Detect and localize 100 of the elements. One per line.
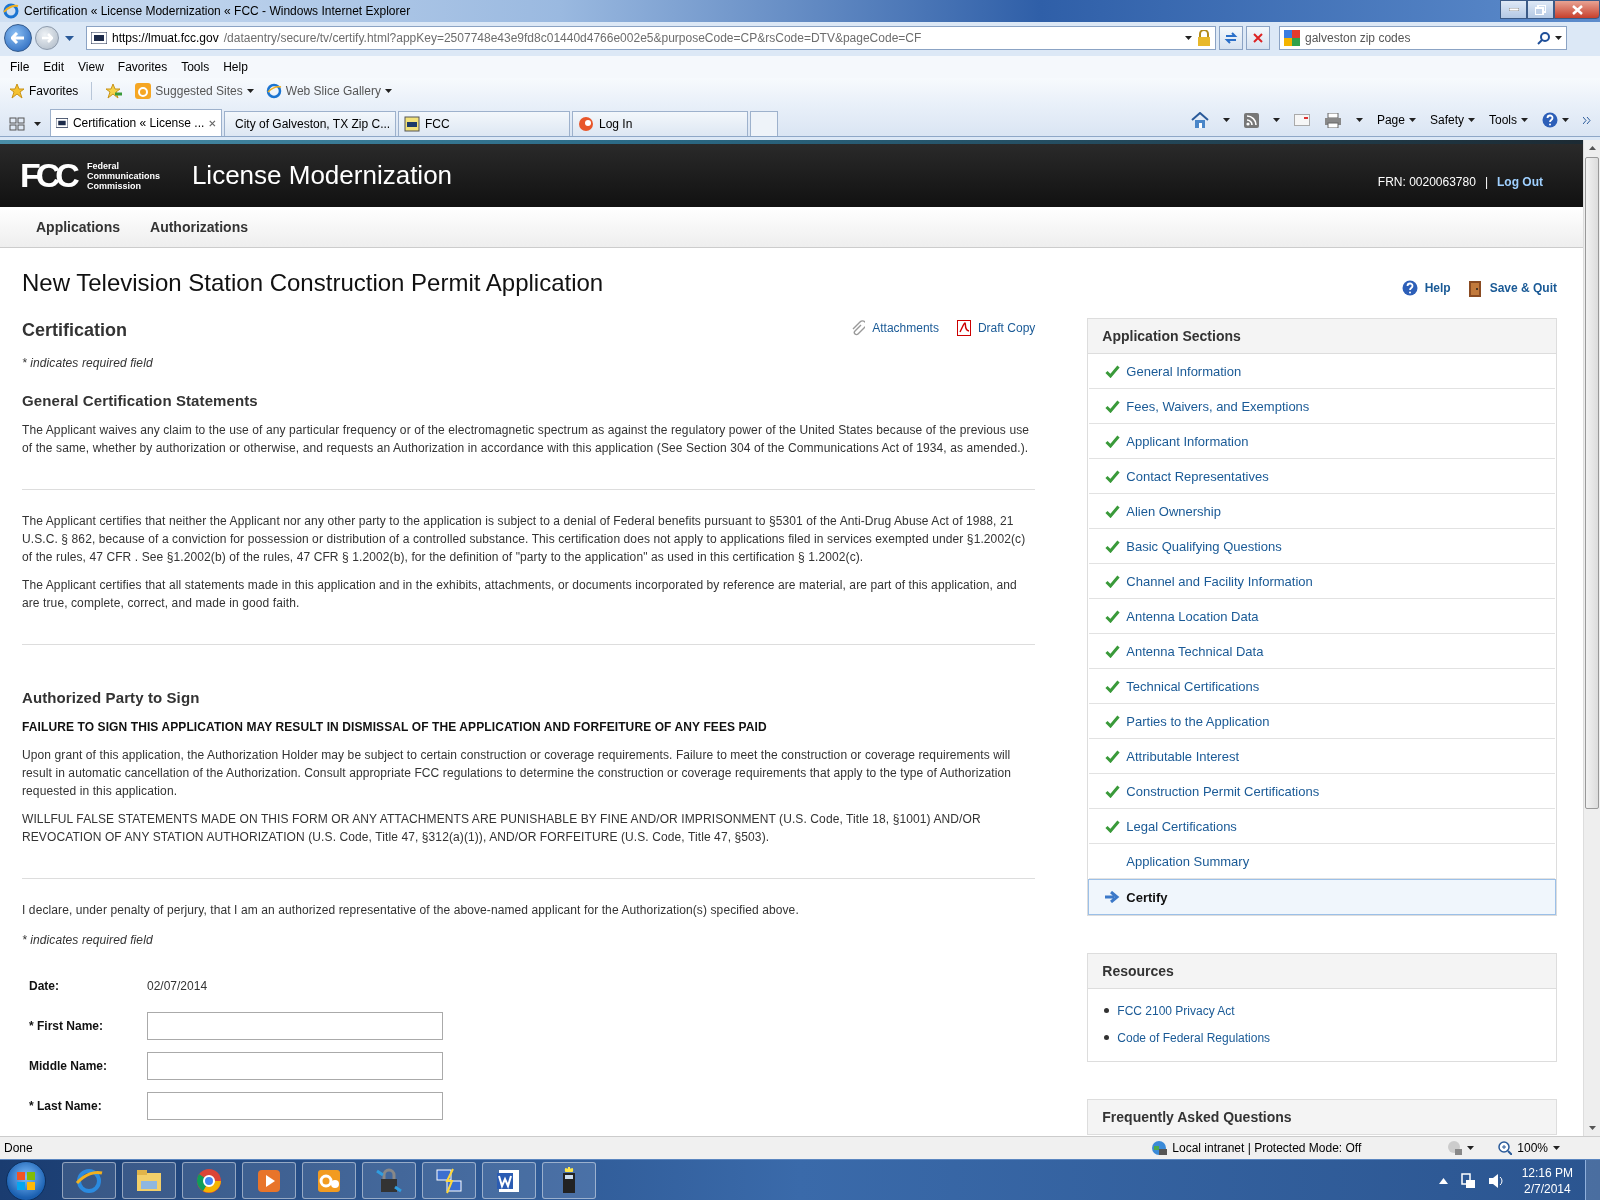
restore-button[interactable]: [1527, 0, 1554, 19]
caret-icon: [1355, 118, 1363, 122]
section-link[interactable]: Channel and Facility Information: [1089, 564, 1555, 599]
url-host: https://lmuat.fcc.gov: [112, 31, 219, 45]
certification-statement: Upon grant of this application, the Authorization Holder may be subject to certain construction or coverage requirements. Failure to meet the construction or coverage requirements will result in automatic cancellation of the Authorization. Consult appropriate FCC regulations to determine the construction or coverage requirements that apply to the type of Authorization requested in this application.: [22, 747, 1013, 800]
menu-item[interactable]: Edit: [43, 60, 65, 74]
taskbar-button[interactable]: [242, 1162, 296, 1199]
clock[interactable]: 12:16 PM 2/7/2014: [1521, 1164, 1573, 1197]
text-input-field[interactable]: [147, 1052, 443, 1080]
star-icon: [9, 83, 25, 99]
text-input-field[interactable]: [147, 1012, 443, 1040]
caret-icon: [246, 89, 254, 93]
favorites-link[interactable]: Suggested Sites: [132, 80, 257, 102]
section-link[interactable]: Fees, Waivers, and Exemptions: [1089, 389, 1555, 424]
section-link[interactable]: Legal Certifications: [1089, 809, 1555, 844]
panel-heading: Application Sections: [1088, 319, 1556, 354]
paperclip-icon: [851, 320, 866, 336]
minimize-icon: [1508, 8, 1519, 11]
stop-button[interactable]: [1246, 26, 1270, 50]
draft-copy-link[interactable]: Draft Copy: [956, 319, 1036, 337]
computers-icon: [435, 1166, 463, 1195]
scrollbar-thumb[interactable]: [1585, 157, 1599, 809]
agency-name-line: Federal: [86, 160, 120, 171]
taskbar-button[interactable]: [302, 1162, 356, 1199]
minimize-button[interactable]: [1500, 0, 1527, 19]
command-menu-button[interactable]: Safety: [1426, 109, 1478, 131]
caret-icon: [1555, 36, 1562, 40]
section-link[interactable]: Alien Ownership: [1089, 494, 1555, 529]
browser-tab[interactable]: Certification « License ...: [50, 109, 222, 136]
menu-item[interactable]: Help: [223, 60, 248, 74]
start-button[interactable]: [6, 1160, 46, 1200]
search-provider-icon: [1284, 30, 1300, 46]
padlock-icon: [375, 1166, 403, 1195]
nav-link[interactable]: Applications: [36, 219, 120, 235]
agency-name-line: Communications: [86, 170, 160, 181]
protected-mode-button[interactable]: [1447, 1140, 1475, 1156]
scroll-up-arrow-icon: [1588, 146, 1596, 150]
refresh-arrows-icon: [1224, 31, 1238, 45]
section-link[interactable]: General Information: [1089, 354, 1555, 389]
text-input-field[interactable]: [147, 1092, 443, 1120]
address-field[interactable]: https://lmuat.fcc.gov /dataentry/secure/tv/certify.html?appKey=2507748e43e9fd8c01440d4766e002e5&purposeCode=CP&rsCode=DTV&pageCode=CF: [86, 26, 1216, 50]
command-menu-button[interactable]: Page: [1373, 109, 1419, 131]
section-link[interactable]: Basic Qualifying Questions: [1089, 529, 1555, 564]
resource-link[interactable]: FCC 2100 Privacy Act: [1117, 1002, 1235, 1019]
menu-item[interactable]: File: [10, 60, 30, 74]
logout-link[interactable]: Log Out: [1497, 174, 1543, 189]
taskbar-button[interactable]: [482, 1162, 536, 1199]
taskbar-button[interactable]: [362, 1162, 416, 1199]
browser-tab[interactable]: City of Galveston, TX Zip C...: [224, 111, 396, 136]
zoom-button[interactable]: 100%: [1498, 1141, 1560, 1155]
app-title: License Modernization: [191, 160, 453, 191]
search-field[interactable]: galveston zip codes: [1279, 26, 1567, 50]
favorites-button[interactable]: Favorites: [6, 80, 82, 102]
subsection-heading: Authorized Party to Sign: [22, 688, 201, 708]
bullet-icon: [1104, 1035, 1110, 1040]
nav-link[interactable]: Authorizations: [150, 219, 248, 235]
close-tab-icon: [209, 118, 216, 128]
section-link[interactable]: Applicant Information: [1089, 424, 1555, 459]
resource-link[interactable]: Code of Federal Regulations: [1117, 1029, 1271, 1046]
command-menu-button[interactable]: Tools: [1486, 109, 1531, 131]
help-link[interactable]: Help: [1401, 279, 1451, 297]
back-button[interactable]: [4, 24, 32, 52]
browser-tab[interactable]: FCC: [398, 111, 570, 136]
section-link[interactable]: Certify: [1088, 879, 1556, 915]
section-link[interactable]: Contact Representatives: [1089, 459, 1555, 494]
scroll-down-arrow-icon: [1588, 1126, 1596, 1130]
attachments-link[interactable]: Attachments: [851, 319, 939, 337]
section-link[interactable]: Antenna Technical Data: [1089, 634, 1555, 669]
close-button[interactable]: [1554, 0, 1600, 19]
certification-statement: The Applicant certifies that neither the Applicant nor any other party to the application is subject to a denial of Federal benefits pursuant to §5301 of the Anti-Drug Abuse Act of 1988, 21 U.S.C. § 862, because of a conviction for possession or distribution of a controlled substance. This certification does not apply to applications filed in services exempted under §1.2002(c) of the rules, 47 CFR . See §1.2002(b) of the rules, 47 CFR § 1.2002(b), for the definition of "party to the application" as used in this certification § 1.2002(c).: [22, 513, 1027, 566]
section-link[interactable]: Attributable Interest: [1089, 739, 1555, 774]
taskbar-button[interactable]: [182, 1162, 236, 1199]
save-quit-link[interactable]: Save & Quit: [1466, 279, 1557, 297]
section-link[interactable]: Construction Permit Certifications: [1089, 774, 1555, 809]
forward-button[interactable]: [35, 26, 59, 50]
page-title: New Television Station Construction Permit Application: [22, 268, 604, 298]
caret-icon: [1408, 118, 1416, 122]
menu-item[interactable]: View: [78, 60, 104, 74]
circle-logo-icon: [578, 116, 594, 132]
section-link[interactable]: Parties to the Application: [1089, 704, 1555, 739]
field-label: * Last Name:: [29, 1098, 103, 1115]
grid-icon: [9, 116, 25, 131]
menu-item[interactable]: Favorites: [117, 60, 168, 74]
favorites-link[interactable]: Web Slice Gallery: [262, 80, 395, 102]
frn-number: FRN: 0020063780: [1377, 174, 1476, 189]
panel-heading: Frequently Asked Questions: [1088, 1100, 1556, 1135]
intranet-globe-icon: [1151, 1140, 1168, 1156]
caret-icon: [384, 89, 392, 93]
section-link[interactable]: Technical Certifications: [1089, 669, 1555, 704]
door-icon: [1466, 279, 1483, 297]
section-link[interactable]: Antenna Location Data: [1089, 599, 1555, 634]
refresh-button[interactable]: [1219, 26, 1243, 50]
taskbar-button[interactable]: [542, 1162, 596, 1199]
status-text: Done: [4, 1141, 33, 1155]
chevron-icon: [1583, 116, 1591, 124]
browser-tab[interactable]: Log In: [572, 111, 748, 136]
menu-item[interactable]: Tools: [181, 60, 210, 74]
caret-icon: [1562, 118, 1569, 122]
caret-icon: [1222, 118, 1230, 122]
bullet-icon: [1104, 1008, 1110, 1013]
